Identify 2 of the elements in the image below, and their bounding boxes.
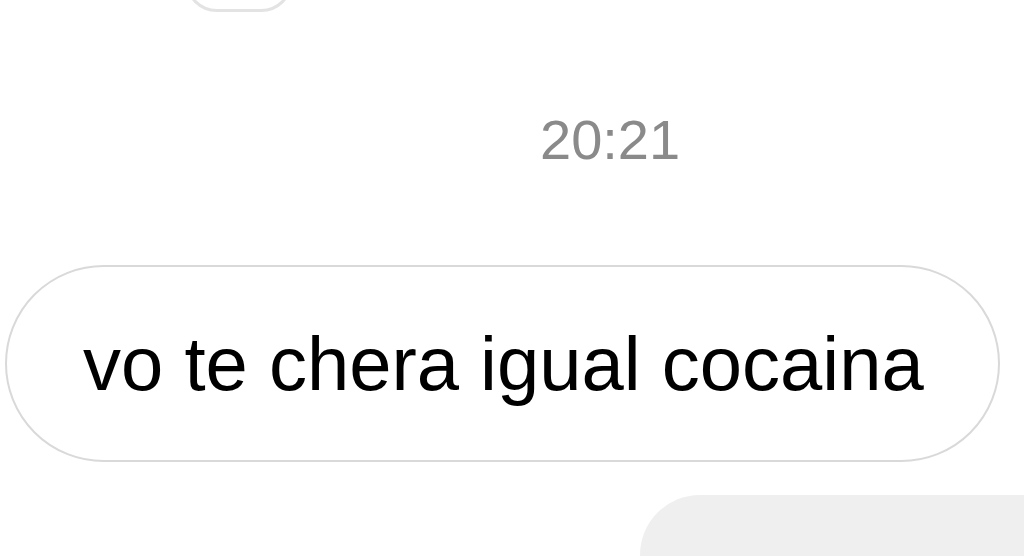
message-bubble: vo te chera igual cocaina <box>5 265 1000 462</box>
message-timestamp: 20:21 <box>540 108 681 171</box>
